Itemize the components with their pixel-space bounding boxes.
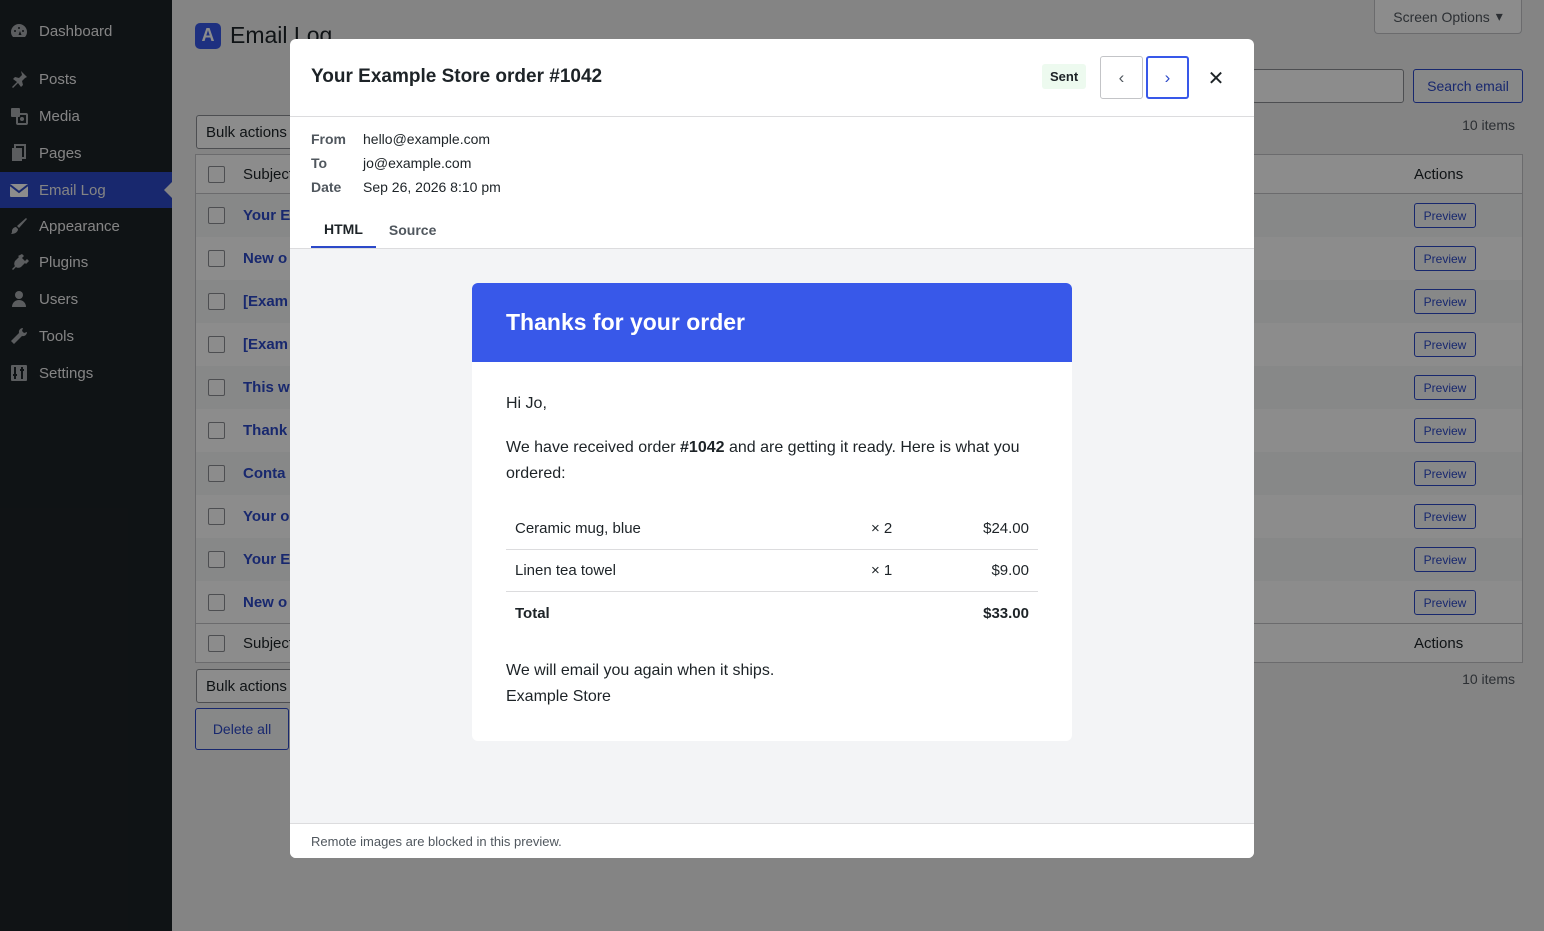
closing-line: We will email you again when it ships. (506, 662, 775, 679)
meta-date-label: Date (311, 179, 342, 195)
email-card: Thanks for your order Hi Jo, We have rec… (472, 283, 1072, 741)
meta-from-value: hello@example.com (363, 131, 491, 147)
line-name: Linen tea towel (515, 562, 616, 579)
close-icon: ✕ (1207, 67, 1225, 90)
modal-header: Your Example Store order #1042 Sent ‹ › … (290, 39, 1254, 117)
close-modal-button[interactable]: ✕ (1203, 65, 1229, 91)
meta-to-value: jo@example.com (363, 155, 472, 171)
email-preview-area: Thanks for your order Hi Jo, We have rec… (290, 249, 1254, 823)
meta-date-value: Sep 26, 2026 8:10 pm (363, 179, 501, 195)
previous-email-button[interactable]: ‹ (1100, 56, 1143, 99)
modal-title: Your Example Store order #1042 (311, 66, 603, 87)
order-line: Ceramic mug, blue × 2 $24.00 (506, 508, 1038, 550)
line-price: $24.00 (983, 520, 1029, 537)
order-total-row: Total $33.00 (506, 592, 1038, 634)
line-name: Ceramic mug, blue (515, 520, 641, 537)
meta-from: From hello@example.com (311, 131, 490, 147)
chevron-right-icon: › (1164, 67, 1171, 87)
total-value: $33.00 (983, 604, 1029, 622)
email-intro: We have received order #1042 and are get… (506, 435, 1041, 487)
line-qty: × 1 (871, 562, 893, 579)
intro-text: We have received order (506, 439, 681, 456)
line-price: $9.00 (991, 562, 1029, 579)
preview-tabs: HTML Source (311, 211, 449, 248)
email-greeting: Hi Jo, (506, 395, 547, 412)
email-banner: Thanks for your order (472, 283, 1072, 362)
line-qty: × 2 (871, 520, 893, 537)
order-table: Ceramic mug, blue × 2 $24.00 Linen tea t… (506, 508, 1038, 634)
tab-source[interactable]: Source (376, 211, 449, 248)
meta-date: Date Sep 26, 2026 8:10 pm (311, 179, 501, 195)
next-email-button[interactable]: › (1146, 56, 1189, 99)
email-closing: We will email you again when it ships. E… (506, 658, 774, 710)
meta-to: To jo@example.com (311, 155, 471, 171)
signature: Example Store (506, 688, 611, 705)
meta-to-label: To (311, 155, 328, 171)
status-badge: Sent (1042, 64, 1087, 89)
order-line: Linen tea towel × 1 $9.00 (506, 550, 1038, 592)
modal-footer-note: Remote images are blocked in this previe… (290, 823, 1254, 858)
tab-html[interactable]: HTML (311, 211, 376, 248)
chevron-left-icon: ‹ (1118, 67, 1125, 87)
total-label: Total (515, 604, 550, 622)
meta-from-label: From (311, 131, 346, 147)
intro-order-number: #1042 (680, 439, 725, 456)
email-preview-modal: Your Example Store order #1042 Sent ‹ › … (290, 39, 1254, 858)
